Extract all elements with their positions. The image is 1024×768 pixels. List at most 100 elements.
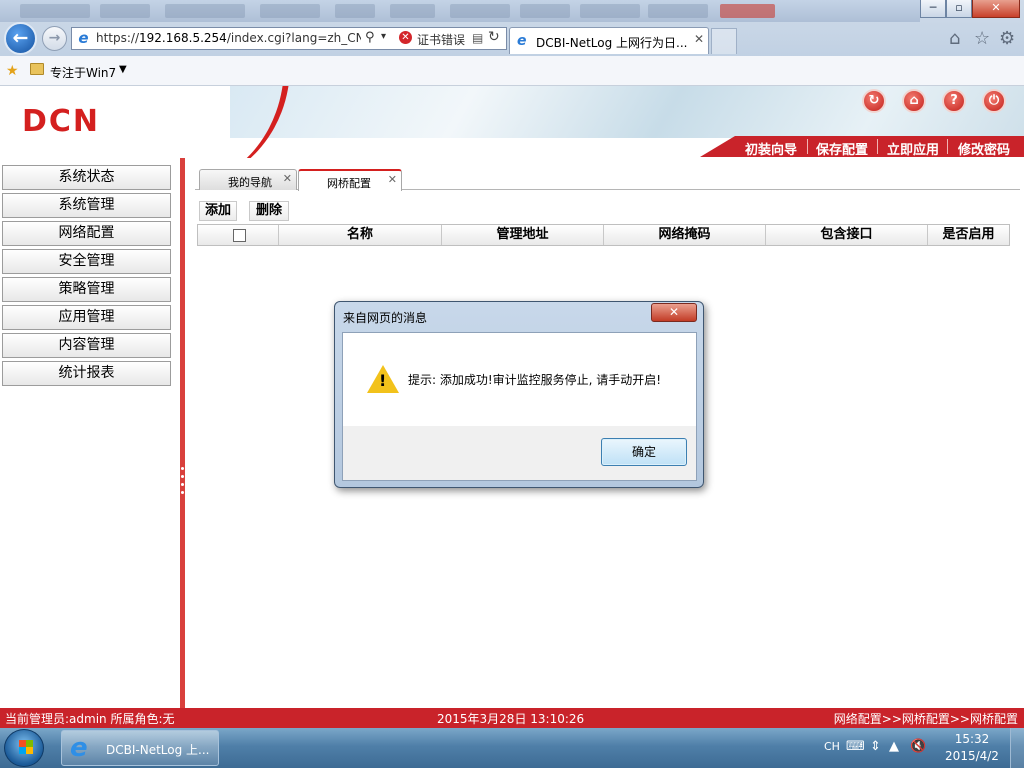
certificate-error-icon[interactable]: ✕ [399,31,412,44]
warning-icon-mark: ! [379,371,387,390]
dcn-logo: DCN [22,104,101,139]
save-config-link[interactable]: 保存配置 [816,139,868,158]
splitter-grip [181,491,184,494]
taskbar-item-label: DCBI-NetLog 上... [106,743,210,757]
background-tab[interactable] [390,4,435,18]
refresh-icon[interactable]: ↻ [862,89,886,113]
select-all-checkbox[interactable] [233,229,246,242]
column-header-name[interactable]: 名称 [279,225,442,245]
column-header-netmask[interactable]: 网络掩码 [604,225,766,245]
status-bar: 当前管理员:admin 所属角色:无 2015年3月28日 13:10:26 网… [0,708,1024,728]
ie-icon: e [70,733,88,763]
url-path: /index.cgi?lang=zh_CN,U [226,31,361,45]
sidebar-item-system-management[interactable]: 系统管理 [2,193,171,218]
background-tab[interactable] [450,4,510,18]
url-host: 192.168.5.254 [139,31,227,45]
sidebar-item-security-management[interactable]: 安全管理 [2,249,171,274]
windows-logo-icon [19,747,33,754]
start-button[interactable] [4,729,44,767]
background-tab[interactable] [165,4,245,18]
clock-date[interactable]: 2015/4/2 [940,749,1004,763]
close-icon[interactable]: ✕ [388,173,397,186]
window-close-button[interactable]: ✕ [972,0,1020,18]
close-icon[interactable]: ✕ [283,172,292,185]
setup-wizard-link[interactable]: 初装向导 [745,139,797,158]
splitter-grip [181,467,184,470]
header-menu-ramp [700,136,735,157]
dialog-message-area: ! 提示: 添加成功!审计监控服务停止, 请手动开启! [343,333,696,426]
column-header-enabled[interactable]: 是否启用 [928,225,1009,245]
language-indicator[interactable]: CH [824,740,840,753]
tab-bridge-config[interactable]: 网桥配置 ✕ [298,169,402,191]
ok-button[interactable]: 确定 [601,438,687,466]
chevron-down-icon[interactable]: ▼ [119,64,127,75]
sidebar-item-system-status[interactable]: 系统状态 [2,165,171,190]
help-icon[interactable]: ? [942,89,966,113]
alert-dialog: 来自网页的消息 ✕ ! 提示: 添加成功!审计监控服务停止, 请手动开启! 确定 [334,301,704,488]
add-favorites-icon[interactable]: ★ [6,63,19,79]
menu-separator [807,139,808,154]
favorites-bar: ★ 专注于Win7 ▼ [0,56,1024,86]
certificate-error-label[interactable]: 证书错误 [417,31,465,48]
favorites-item[interactable]: 专注于Win7 [50,64,116,81]
app-header: DCN ↻ ⌂ ? ⏻ 初装向导 保存配置 立即应用 修改密码 [0,86,1024,158]
column-header-interfaces[interactable]: 包含接口 [766,225,928,245]
close-icon[interactable]: ✕ [694,32,704,46]
forward-icon[interactable]: → [42,26,67,51]
tab-title: DCBI-NetLog 上网行为日... [536,36,688,50]
sidebar-item-policy-management[interactable]: 策略管理 [2,277,171,302]
background-tab[interactable] [580,4,640,18]
sidebar-item-content-management[interactable]: 内容管理 [2,333,171,358]
clock-time[interactable]: 15:32 [948,732,996,746]
folder-icon [30,63,44,75]
keyboard-icon[interactable]: ⌨ [846,739,865,754]
browser-tab-active[interactable]: e DCBI-NetLog 上网行为日... ✕ [509,27,709,54]
menu-separator [947,139,948,154]
background-tab[interactable] [20,4,90,18]
compatibility-view-icon[interactable]: ▤ [472,31,483,45]
search-icon[interactable]: ⚲ [365,30,375,45]
sidebar-item-statistics-report[interactable]: 统计报表 [2,361,171,386]
background-tab[interactable] [100,4,150,18]
settings-gear-icon[interactable]: ⚙ [999,28,1015,49]
favorites-star-icon[interactable]: ☆ [974,28,990,49]
apply-now-link[interactable]: 立即应用 [887,139,939,158]
window-maximize-button[interactable]: ▫ [946,0,972,18]
show-desktop-button[interactable] [1010,728,1024,768]
sidebar-item-network-config[interactable]: 网络配置 [2,221,171,246]
delete-button[interactable]: 删除 [249,201,289,221]
url-text[interactable]: https://192.168.5.254/index.cgi?lang=zh_… [96,31,361,47]
volume-muted-icon[interactable]: 🔇 [910,739,926,754]
dialog-title: 来自网页的消息 [343,311,428,325]
logout-icon[interactable]: ⏻ [982,89,1006,113]
window-minimize-button[interactable]: ─ [920,0,946,18]
add-button[interactable]: 添加 [199,201,237,221]
taskbar-item-ie[interactable]: e DCBI-NetLog 上... [61,730,219,766]
header-menu: 初装向导 保存配置 立即应用 修改密码 [0,136,1024,158]
background-tab[interactable] [648,4,708,18]
column-header-mgmt-address[interactable]: 管理地址 [442,225,604,245]
tab-my-navigation[interactable]: 我的导航 ✕ [199,169,297,190]
show-hidden-icons-icon[interactable]: ▲ [889,739,899,754]
dialog-close-button[interactable]: ✕ [651,303,697,322]
admin-info: 当前管理员:admin 所属角色:无 [5,712,175,726]
breadcrumb: 网络配置>>网桥配置>>网桥配置 [833,712,1018,726]
home-icon[interactable]: ⌂ [949,28,960,49]
back-icon[interactable]: ← [4,22,37,55]
background-tab[interactable] [720,4,775,18]
background-tab[interactable] [260,4,320,18]
background-tab[interactable] [335,4,375,18]
browser-chrome: ─ ▫ ✕ ← → e https://192.168.5.254/index.… [0,0,1024,86]
background-tab[interactable] [520,4,570,18]
home-icon[interactable]: ⌂ [902,89,926,113]
refresh-icon[interactable]: ↻ [488,29,500,45]
splitter-grip [181,475,184,478]
chevron-down-icon[interactable]: ▾ [381,31,386,42]
new-tab-button[interactable] [711,28,737,54]
menu-separator [877,139,878,154]
system-datetime: 2015年3月28日 13:10:26 [437,712,585,726]
address-bar[interactable]: e https://192.168.5.254/index.cgi?lang=z… [71,27,507,50]
sidebar-item-application-management[interactable]: 应用管理 [2,305,171,330]
input-options-icon[interactable]: ⇕ [870,739,881,754]
change-password-link[interactable]: 修改密码 [958,139,1010,158]
